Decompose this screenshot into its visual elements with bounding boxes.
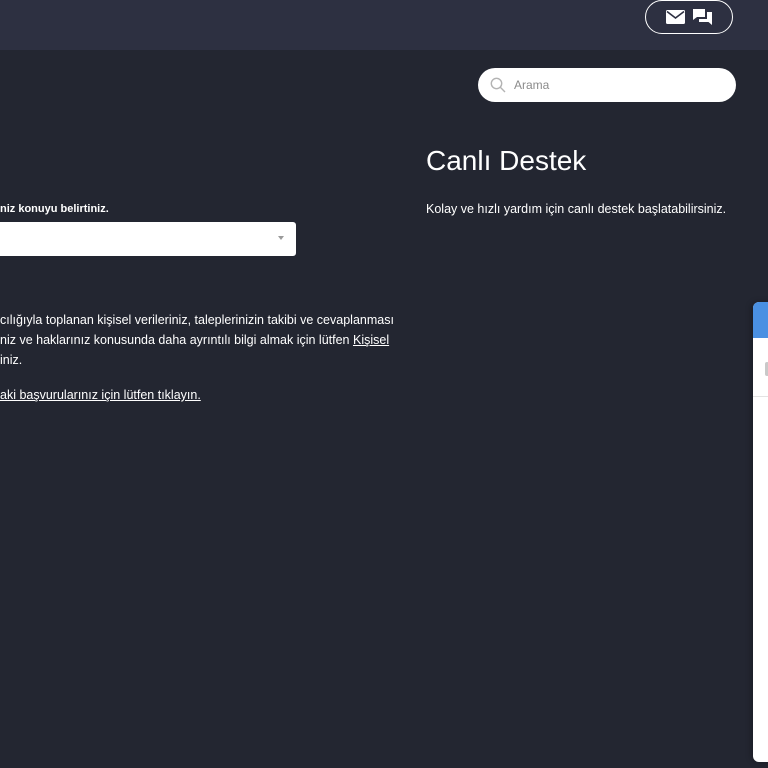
application-link[interactable]: aki başvurularınız için lütfen tıklayın. xyxy=(0,388,201,402)
kvkk-line-1: cılığıyla toplanan kişisel verileriniz, … xyxy=(0,313,394,327)
kvkk-line-2-text: niz ve haklarınız konusunda daha ayrıntı… xyxy=(0,333,353,347)
personal-data-link[interactable]: Kişisel xyxy=(353,333,389,347)
page: niz konuyu belirtiniz. cılığıyla toplana… xyxy=(0,0,768,768)
topic-label: niz konuyu belirtiniz. xyxy=(0,203,109,215)
search-icon xyxy=(490,77,506,93)
search-input[interactable] xyxy=(512,77,716,93)
chat-icon[interactable] xyxy=(693,8,712,26)
live-support-title: Canlı Destek xyxy=(426,145,587,176)
topic-select[interactable] xyxy=(0,222,296,256)
kvkk-line-3: iniz. xyxy=(0,353,23,367)
chat-widget-divider xyxy=(753,396,768,397)
top-header xyxy=(0,0,768,50)
mail-icon[interactable] xyxy=(666,10,685,24)
contact-button[interactable] xyxy=(645,0,733,34)
kvkk-line-2: niz ve haklarınız konusunda daha ayrıntı… xyxy=(0,330,420,350)
search-box[interactable] xyxy=(478,68,736,102)
live-support-description: Kolay ve hızlı yardım için canlı destek … xyxy=(426,202,727,216)
chat-widget-panel[interactable] xyxy=(753,302,768,762)
kvkk-notice: cılığıyla toplanan kişisel verileriniz, … xyxy=(0,310,420,370)
caret-down-icon xyxy=(278,236,284,240)
chat-widget-header[interactable] xyxy=(753,302,768,338)
